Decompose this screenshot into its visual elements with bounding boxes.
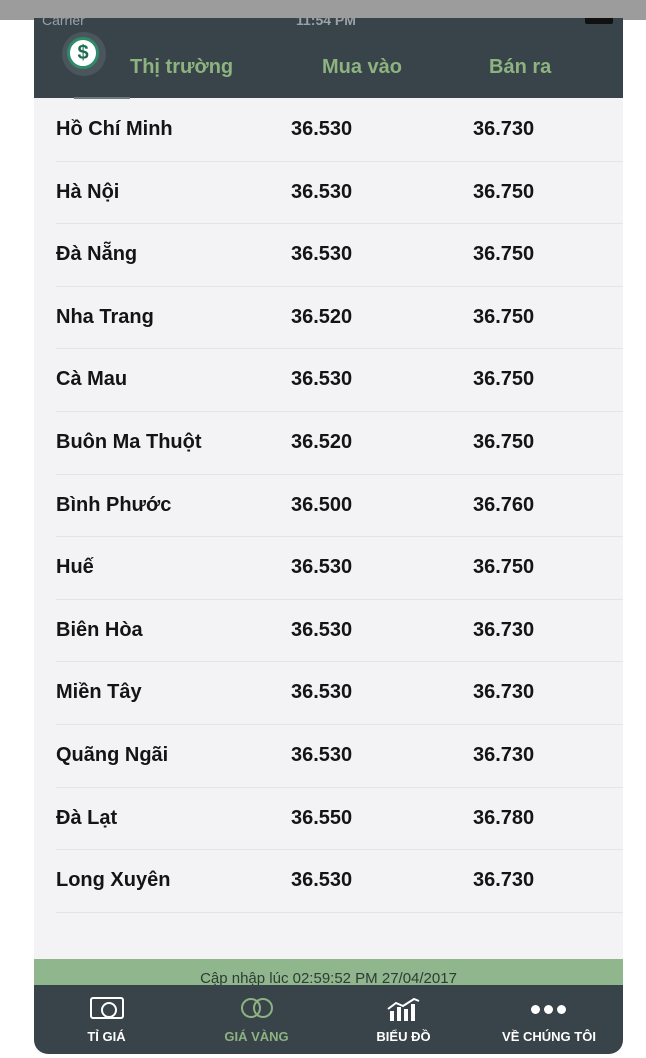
price-list: Hồ Chí Minh 36.530 36.730 Hà Nội 36.530 36.7… xyxy=(34,99,623,913)
city-name: Đà Lạt xyxy=(56,806,118,829)
tab-gold-price[interactable]: GIÁ VÀNG xyxy=(209,985,304,1054)
column-header-sell[interactable]: Bán ra xyxy=(489,56,551,79)
city-name: Đà Nẵng xyxy=(56,243,138,266)
city-name: Nha Trang xyxy=(56,305,154,328)
city-name: Cà Mau xyxy=(56,368,128,391)
sell-price: 36.760 xyxy=(473,493,535,516)
tab-label: BIỂU ĐỒ xyxy=(376,1029,431,1044)
app-logo-icon: $ xyxy=(62,32,106,76)
buy-price: 36.520 xyxy=(291,305,353,328)
status-bar: Carrier 11:54 PM xyxy=(34,18,623,30)
city-name: Quãng Ngãi xyxy=(56,743,169,766)
buy-price: 36.530 xyxy=(291,180,353,203)
price-row[interactable]: Long Xuyên 36.530 36.730 xyxy=(56,850,623,913)
city-name: Bình Phước xyxy=(56,493,172,516)
city-name: Biên Hòa xyxy=(56,618,143,641)
sell-price: 36.750 xyxy=(473,305,535,328)
city-name: Hồ Chí Minh xyxy=(56,118,173,140)
tab-label: GIÁ VÀNG xyxy=(224,1029,289,1044)
buy-price: 36.530 xyxy=(291,618,353,641)
sell-price: 36.750 xyxy=(473,243,535,266)
sell-price: 36.730 xyxy=(473,618,535,641)
price-row[interactable]: Hồ Chí Minh 36.530 36.730 xyxy=(56,99,623,162)
price-row[interactable]: Huế 36.530 36.750 xyxy=(56,537,623,600)
money-icon xyxy=(89,997,124,1019)
city-name: Long Xuyên xyxy=(56,869,171,892)
tab-chart[interactable]: BIỂU ĐỒ xyxy=(356,985,451,1054)
buy-price: 36.530 xyxy=(291,556,353,579)
buy-price: 36.530 xyxy=(291,243,353,266)
tab-exchange-rate[interactable]: TỈ GIÁ xyxy=(64,985,149,1054)
column-header-buy[interactable]: Mua vào xyxy=(322,56,402,79)
price-row[interactable]: Nha Trang 36.520 36.750 xyxy=(56,287,623,350)
price-row[interactable]: Hà Nội 36.530 36.750 xyxy=(56,162,623,225)
column-header-market[interactable]: Thị trường xyxy=(130,56,233,79)
sell-price: 36.780 xyxy=(473,806,535,829)
status-time: 11:54 PM xyxy=(296,18,356,28)
chart-icon xyxy=(386,997,419,1021)
buy-price: 36.500 xyxy=(291,493,353,516)
top-gray-bar xyxy=(0,0,646,20)
sell-price: 36.730 xyxy=(473,869,535,892)
bottom-tab-bar: TỈ GIÁ GIÁ VÀNG BIỂU ĐỒ VỀ CHÚNG TÔI xyxy=(34,985,623,1054)
tab-about-us[interactable]: VỀ CHÚNG TÔI xyxy=(489,985,609,1054)
price-row[interactable]: Đà Nẵng 36.530 36.750 xyxy=(56,224,623,287)
sell-price: 36.750 xyxy=(473,180,535,203)
more-dots-icon xyxy=(531,1005,567,1017)
battery-icon xyxy=(585,18,613,24)
price-row[interactable]: Biên Hòa 36.530 36.730 xyxy=(56,600,623,663)
sell-price: 36.750 xyxy=(473,430,535,453)
price-row[interactable]: Đà Lạt 36.550 36.780 xyxy=(56,788,623,851)
buy-price: 36.530 xyxy=(291,869,353,892)
sell-price: 36.750 xyxy=(473,556,535,579)
sell-price: 36.730 xyxy=(473,681,535,704)
buy-price: 36.530 xyxy=(291,118,353,140)
buy-price: 36.530 xyxy=(291,681,353,704)
buy-price: 36.550 xyxy=(291,806,353,829)
tab-label: VỀ CHÚNG TÔI xyxy=(502,1029,596,1044)
city-name: Miền Tây xyxy=(56,681,142,704)
sell-price: 36.730 xyxy=(473,743,535,766)
header-bar: Carrier 11:54 PM $ Thị trường Mua vào Bá… xyxy=(34,18,623,98)
price-row[interactable]: Buôn Ma Thuột 36.520 36.750 xyxy=(56,412,623,475)
tab-label: TỈ GIÁ xyxy=(87,1029,126,1044)
price-row[interactable]: Miền Tây 36.530 36.730 xyxy=(56,662,623,725)
price-row[interactable]: Bình Phước 36.500 36.760 xyxy=(56,475,623,538)
update-timestamp-bar: Cập nhập lúc 02:59:52 PM 27/04/2017 xyxy=(34,959,623,985)
buy-price: 36.520 xyxy=(291,430,353,453)
sell-price: 36.750 xyxy=(473,368,535,391)
city-name: Huế xyxy=(56,556,94,579)
price-row[interactable]: Quãng Ngãi 36.530 36.730 xyxy=(56,725,623,788)
rings-icon xyxy=(239,997,275,1019)
buy-price: 36.530 xyxy=(291,743,353,766)
city-name: Hà Nội xyxy=(56,180,120,203)
sell-price: 36.730 xyxy=(473,118,535,140)
buy-price: 36.530 xyxy=(291,368,353,391)
city-name: Buôn Ma Thuột xyxy=(56,430,202,453)
price-row[interactable]: Cà Mau 36.530 36.750 xyxy=(56,349,623,412)
phone-screen: Carrier 11:54 PM $ Thị trường Mua vào Bá… xyxy=(34,18,623,1054)
carrier-label: Carrier xyxy=(42,18,85,28)
